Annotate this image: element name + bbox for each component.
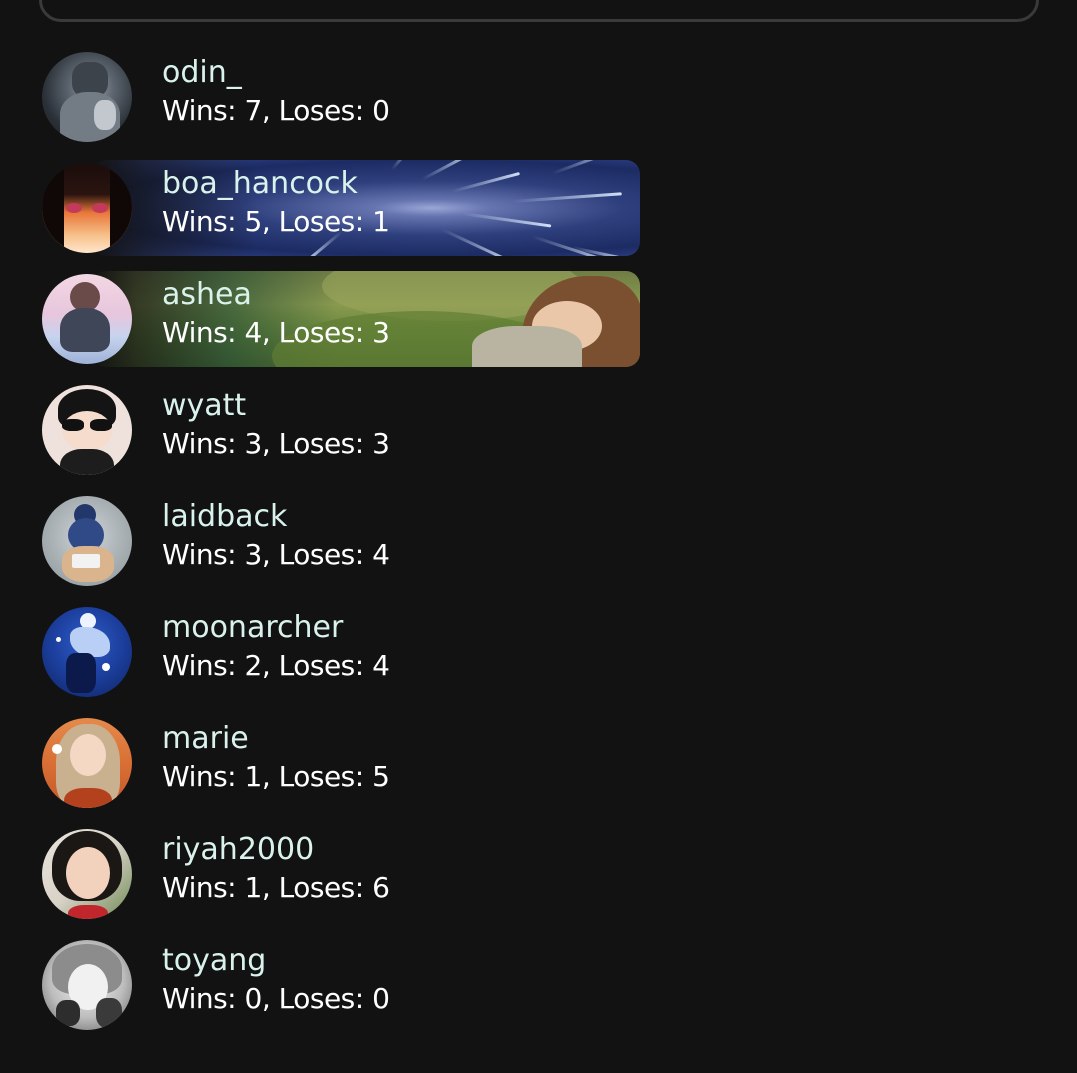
reading-girl-avatar[interactable]: [42, 496, 132, 586]
armored-knight-avatar[interactable]: [42, 52, 132, 142]
player-record: Wins: 1, Loses: 5: [162, 760, 390, 793]
sitting-girl-avatar[interactable]: [42, 274, 132, 364]
search-bar[interactable]: [39, 0, 1039, 22]
player-record: Wins: 3, Loses: 4: [162, 538, 390, 571]
chibi-sunglasses-avatar[interactable]: [42, 385, 132, 475]
leaderboard-row[interactable]: odin_ Wins: 7, Loses: 0: [42, 49, 640, 145]
player-username: toyang: [162, 943, 267, 978]
player-record: Wins: 1, Loses: 6: [162, 871, 390, 904]
player-username: boa_hancock: [162, 166, 358, 201]
leaderboard-row[interactable]: toyang Wins: 0, Loses: 0: [42, 937, 640, 1033]
player-record: Wins: 5, Loses: 1: [162, 205, 390, 238]
anime-woman-avatar[interactable]: [42, 163, 132, 253]
player-record: Wins: 7, Loses: 0: [162, 94, 390, 127]
player-record: Wins: 2, Loses: 4: [162, 649, 390, 682]
leaderboard-row[interactable]: boa_hancock Wins: 5, Loses: 1: [42, 160, 640, 256]
portrait-heart-avatar[interactable]: [42, 718, 132, 808]
player-username: wyatt: [162, 388, 247, 423]
night-archer-avatar[interactable]: [42, 607, 132, 697]
leaderboard-row[interactable]: riyah2000 Wins: 1, Loses: 6: [42, 826, 640, 922]
manga-sketch-avatar[interactable]: [42, 940, 132, 1030]
leaderboard-row[interactable]: moonarcher Wins: 2, Loses: 4: [42, 604, 640, 700]
player-record: Wins: 0, Loses: 0: [162, 982, 390, 1015]
player-username: marie: [162, 721, 249, 756]
player-record: Wins: 3, Loses: 3: [162, 427, 390, 460]
player-username: ashea: [162, 277, 252, 312]
player-record: Wins: 4, Loses: 3: [162, 316, 390, 349]
leaderboard-row[interactable]: laidback Wins: 3, Loses: 4: [42, 493, 640, 589]
smiling-girl-avatar[interactable]: [42, 829, 132, 919]
player-username: laidback: [162, 499, 288, 534]
player-username: moonarcher: [162, 610, 344, 645]
leaderboard-row[interactable]: ashea Wins: 4, Loses: 3: [42, 271, 640, 367]
leaderboard-row[interactable]: wyatt Wins: 3, Loses: 3: [42, 382, 640, 478]
player-username: riyah2000: [162, 832, 315, 867]
player-username: odin_: [162, 55, 242, 90]
leaderboard-row[interactable]: marie Wins: 1, Loses: 5: [42, 715, 640, 811]
